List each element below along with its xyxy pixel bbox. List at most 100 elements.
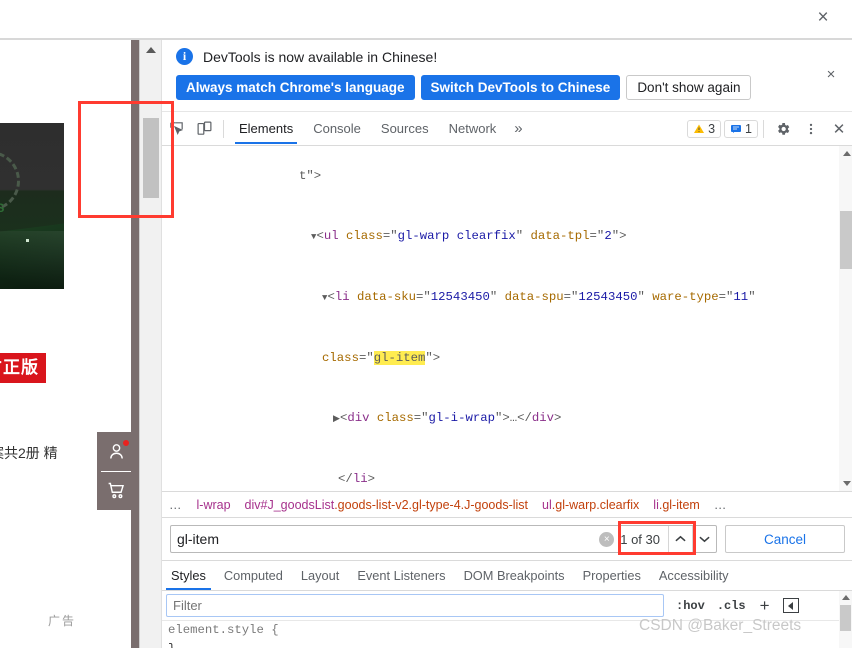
dom-attr-value: 11 (733, 290, 749, 304)
tab-computed[interactable]: Computed (215, 562, 292, 590)
dom-line[interactable]: ▼<li data-sku="12543450" data-spu="12543… (162, 267, 852, 328)
warning-count-text: 3 (708, 121, 716, 136)
breadcrumb-item-ul-gl-warp[interactable]: ul.gl-warp.clearfix (535, 498, 646, 512)
search-match-highlight: gl-item (373, 351, 426, 365)
tab-elements[interactable]: Elements (229, 114, 303, 144)
info-icon: i (176, 48, 193, 65)
dom-line[interactable]: ▶<div class="gl-i-wrap">…</div> (162, 388, 852, 449)
search-prev-button[interactable] (668, 526, 692, 552)
official-edition-badge: 方正版 (0, 353, 46, 383)
notification-message: DevTools is now available in Chinese! (203, 48, 438, 65)
tab-accessibility[interactable]: Accessibility (650, 562, 738, 590)
breadcrumb-item-li-gl-item[interactable]: li.gl-item (646, 498, 707, 512)
scroll-up-arrow-icon[interactable] (146, 47, 156, 53)
chevron-up-icon (675, 535, 686, 542)
chevron-down-icon (699, 536, 710, 543)
cart-icon (108, 482, 125, 499)
breadcrumb-item-goods-list[interactable]: div#J_goodsList.goods-list-v2.gl-type-4.… (238, 498, 535, 512)
message-count-text: 1 (745, 121, 752, 136)
notification-close-button[interactable]: × (823, 67, 839, 83)
tab-event-listeners[interactable]: Event Listeners (348, 562, 454, 590)
web-page-content: EAKS 动 方正版 案共2册 精 广告 (0, 40, 139, 648)
styles-scroll-up-icon[interactable] (842, 595, 850, 600)
tab-sources[interactable]: Sources (371, 114, 439, 144)
devtools-outer-scroll-thumb[interactable] (143, 118, 159, 198)
styles-selector-text: element.style { (168, 623, 279, 637)
always-match-language-button[interactable]: Always match Chrome's language (176, 75, 415, 100)
new-style-rule-button[interactable]: + (760, 597, 770, 614)
dom-line[interactable]: class="gl-item"> (162, 328, 852, 388)
dom-attr-value: 12543450 (578, 290, 638, 304)
screenshot-root: × EAKS 动 方正版 案共2册 精 广告 (0, 0, 852, 648)
breadcrumb[interactable]: … l-wrap div#J_goodsList.goods-list-v2.g… (162, 491, 852, 518)
styles-filter-input[interactable] (166, 594, 664, 617)
dom-line[interactable]: </li> (162, 449, 852, 491)
product-title-text: 案共2册 精 (0, 445, 58, 461)
more-options-button[interactable] (797, 115, 825, 143)
search-result-count: 1 of 30 (620, 531, 660, 547)
tab-layout[interactable]: Layout (292, 562, 348, 590)
styles-rule-element-style-close[interactable]: } (168, 640, 852, 648)
dom-line[interactable]: t"> (162, 146, 852, 206)
breadcrumb-item-l-wrap[interactable]: l-wrap (190, 498, 238, 512)
cls-button[interactable]: .cls (717, 599, 746, 613)
toggle-sidebar-button[interactable] (782, 598, 799, 613)
dom-attr-value: gl-i-wrap (428, 411, 495, 425)
inspect-element-button[interactable] (162, 115, 190, 143)
toggle-sidebar-icon (788, 601, 794, 610)
hov-state-button[interactable]: :hov (676, 599, 705, 613)
search-next-button[interactable] (692, 526, 716, 552)
warning-count-badge[interactable]: 3 (687, 119, 722, 138)
dom-attr-value: 2 (604, 229, 612, 243)
dom-tag-name: ul (323, 229, 339, 243)
dont-show-again-button[interactable]: Don't show again (626, 75, 752, 100)
tab-console[interactable]: Console (303, 114, 371, 144)
dom-attr-value: gl-warp clearfix (397, 229, 516, 243)
cover-diagonal-overlay (0, 231, 64, 289)
notification-button-group: Always match Chrome's language Switch De… (176, 75, 752, 100)
breadcrumb-overflow-start[interactable]: … (162, 498, 190, 512)
device-toolbar-button[interactable] (190, 115, 218, 143)
settings-button[interactable] (769, 115, 797, 143)
more-vertical-icon (809, 123, 813, 134)
page-vertical-scrollbar[interactable] (131, 40, 139, 648)
browser-top-strip: × (0, 0, 852, 38)
styles-filter-row: :hov .cls + (162, 591, 852, 621)
dom-tree-view[interactable]: t"> ▼<ul class="gl-warp clearfix" data-t… (162, 146, 852, 491)
tab-properties[interactable]: Properties (574, 562, 650, 590)
switch-to-chinese-button[interactable]: Switch DevTools to Chinese (420, 75, 621, 100)
dom-line[interactable]: ▼<ul class="gl-warp clearfix" data-tpl="… (162, 206, 852, 267)
toolbar-divider (223, 119, 224, 138)
inspect-element-icon (169, 122, 183, 135)
notification-message-row: i DevTools is now available in Chinese! (176, 48, 437, 65)
dom-text-fragment: t"> (299, 169, 322, 183)
search-cancel-button[interactable]: Cancel (725, 525, 845, 553)
warning-triangle-icon (694, 124, 705, 133)
dom-attr-value: 12543450 (430, 290, 490, 304)
tab-styles[interactable]: Styles (162, 562, 215, 590)
cover-title-text: EAKS (0, 201, 6, 215)
styles-rule-element-style-open[interactable]: element.style { (168, 621, 852, 640)
window-close-button[interactable]: × (810, 5, 836, 31)
toolbar-divider-2 (763, 119, 764, 138)
product-image[interactable]: EAKS 动 (0, 123, 64, 289)
styles-scroll-thumb[interactable] (840, 605, 851, 631)
devtools-tab-toolbar: Elements Console Sources Network » 3 1 ✕ (162, 112, 852, 146)
message-bubble-icon (731, 124, 742, 133)
tab-dom-breakpoints[interactable]: DOM Breakpoints (455, 562, 574, 590)
tab-network[interactable]: Network (439, 114, 507, 144)
close-icon: ✕ (832, 120, 846, 138)
devtools-close-button[interactable]: ✕ (825, 115, 852, 143)
collapse-triangle-icon[interactable]: ▶ (333, 414, 340, 424)
styles-pane-scrollbar[interactable] (839, 591, 852, 648)
styles-rules-pane[interactable]: element.style { } goods-list-v2.gl-type-… (162, 621, 852, 648)
search-clear-button[interactable]: × (599, 531, 615, 547)
styles-brace-text: } (168, 642, 175, 648)
message-count-badge[interactable]: 1 (724, 119, 758, 138)
dom-search-bar: × 1 of 30 Cancel (162, 518, 852, 561)
search-input-wrapper[interactable]: × 1 of 30 (170, 521, 717, 555)
devtools-panel: i DevTools is now available in Chinese! … (139, 40, 852, 648)
search-input[interactable] (171, 526, 600, 552)
more-tabs-button[interactable]: » (506, 120, 530, 137)
breadcrumb-overflow-end[interactable]: … (707, 498, 735, 512)
